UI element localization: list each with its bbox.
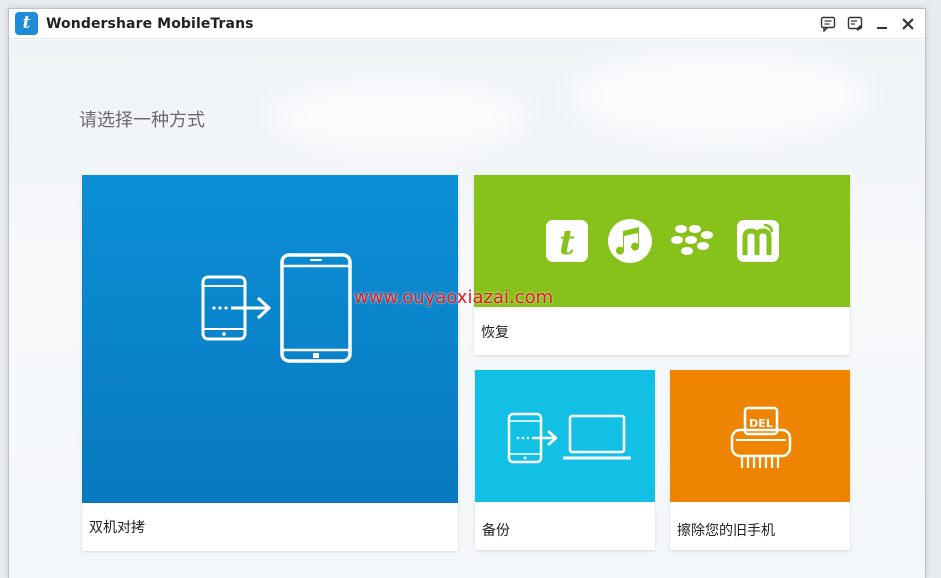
phone-to-phone-icon — [201, 253, 352, 363]
app-window: t Wondershare MobileTrans 请选择一种方式 双机对拷 t… — [8, 8, 926, 578]
restore-label: 恢复 — [481, 325, 509, 341]
watermark-text: www.ouyaoxiazai.com — [354, 287, 554, 308]
window-title: Wondershare MobileTrans — [46, 16, 254, 32]
erase-art: DEL — [670, 370, 850, 502]
minimize-icon[interactable] — [872, 14, 892, 34]
phone-to-laptop-icon — [507, 412, 631, 464]
main-content: 请选择一种方式 双机对拷 t 恢复 备份 DEL 擦除您的旧手机 www.ouy… — [9, 40, 925, 578]
phone-transfer-tile[interactable]: 双机对拷 — [82, 175, 458, 551]
background-cloud — [569, 50, 869, 140]
blackberry-icon — [671, 225, 713, 255]
erase-phone-tile[interactable]: DEL 擦除您的旧手机 — [670, 370, 850, 550]
itunes-icon — [608, 219, 652, 263]
page-title: 请选择一种方式 — [79, 110, 205, 131]
backup-label: 备份 — [482, 523, 510, 539]
app-logo-icon: t — [15, 12, 38, 35]
erase-phone-label: 擦除您的旧手机 — [677, 523, 775, 539]
backup-art — [475, 370, 655, 502]
phone-transfer-label: 双机对拷 — [89, 520, 145, 536]
title-bar[interactable]: t Wondershare MobileTrans — [9, 9, 925, 39]
phone-transfer-art — [82, 175, 458, 503]
feedback-icon[interactable] — [818, 14, 838, 34]
shredder-icon: DEL — [730, 406, 792, 468]
background-cloud — [269, 80, 529, 150]
register-icon[interactable] — [845, 14, 865, 34]
backup-tile[interactable]: 备份 — [475, 370, 655, 550]
del-badge: DEL — [749, 417, 773, 430]
svg-text:t: t — [559, 223, 575, 263]
close-icon[interactable] — [898, 14, 918, 34]
restore-tile[interactable]: t 恢复 — [474, 175, 850, 355]
mobiletrans-icon: t — [546, 220, 588, 263]
mobilego-icon — [737, 220, 779, 262]
